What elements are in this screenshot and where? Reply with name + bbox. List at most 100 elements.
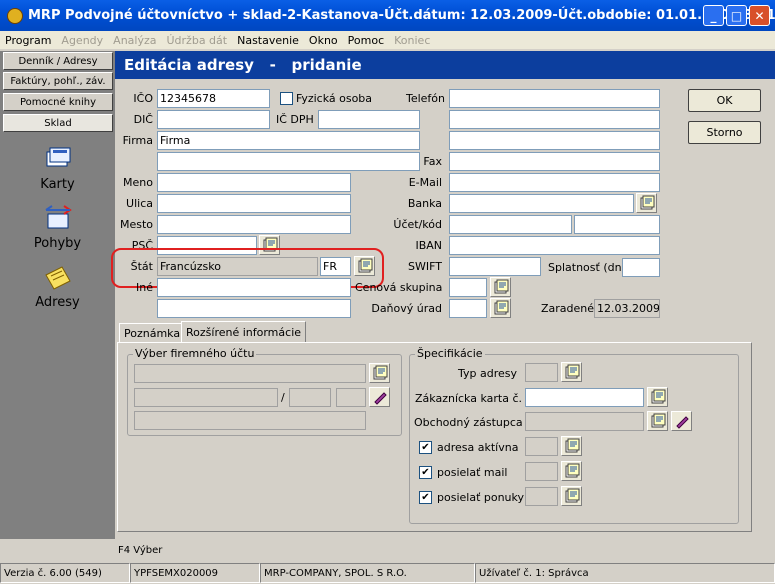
iban-label: IBAN [415, 239, 442, 252]
swift-label: SWIFT [408, 260, 442, 273]
nav-item-adresy[interactable]: Adresy [0, 261, 115, 310]
vyber-ucet-field [134, 364, 366, 383]
banka-field[interactable] [449, 194, 634, 213]
nav-tab-sklad[interactable]: Sklad [3, 114, 113, 132]
page-title: Editácia adresy - pridanie [115, 51, 775, 79]
menu-pomoc[interactable]: Pomoc [343, 34, 389, 47]
fyzicka-osoba-checkbox[interactable] [280, 92, 293, 105]
danovy-urad-field[interactable] [449, 299, 487, 318]
lookup-icon [651, 413, 665, 428]
mail-lookup-button[interactable] [561, 461, 582, 481]
lookup-icon [640, 195, 654, 210]
nav-tab-dennik[interactable]: Denník / Adresy [3, 52, 113, 70]
mesto-label: Mesto [119, 218, 153, 231]
swift-field[interactable] [449, 257, 541, 276]
posielat-mail-label: posielať mail [437, 466, 508, 479]
adresa-aktivna-checkbox[interactable]: ✔ [419, 441, 432, 454]
vyber-ucet-lookup-button[interactable] [369, 363, 390, 383]
meno-field[interactable] [157, 173, 351, 192]
lookup-icon [565, 364, 579, 379]
minimize-button[interactable]: _ [703, 5, 724, 26]
lookup-icon [494, 300, 508, 315]
danovy-lookup-button[interactable] [490, 298, 511, 318]
telefon2-field[interactable] [449, 110, 660, 129]
kod-field[interactable] [574, 215, 660, 234]
ulica-label: Ulica [126, 197, 153, 210]
posielat-ponuky-checkbox[interactable]: ✔ [419, 491, 432, 504]
address-icon [44, 266, 71, 290]
menu-analyza[interactable]: Analýza [108, 34, 161, 47]
meno-label: Meno [123, 176, 153, 189]
iban-field[interactable] [449, 236, 660, 255]
specifikacie-title: Špecifikácie [415, 347, 485, 360]
fax-field[interactable] [449, 152, 660, 171]
mesto-field[interactable] [157, 215, 351, 234]
ine-field[interactable] [157, 278, 351, 297]
posielat-mail-checkbox[interactable]: ✔ [419, 466, 432, 479]
nav-item-karty[interactable]: Karty [0, 143, 115, 192]
vyber-uctu-title: Výber firemného účtu [133, 347, 257, 360]
vyber-ucet-cislo-field [134, 388, 278, 407]
ponuky-lookup-button[interactable] [561, 486, 582, 506]
vyber-ucet-nazov-field [134, 411, 366, 430]
ine2-field[interactable] [157, 299, 351, 318]
telefon3-field[interactable] [449, 131, 660, 150]
lookup-icon [651, 389, 665, 404]
menu-udrzba[interactable]: Údržba dát [162, 34, 233, 47]
aktivna-lookup-button[interactable] [561, 436, 582, 456]
zakaznicka-lookup-button[interactable] [647, 387, 668, 407]
splatnost-field[interactable] [622, 258, 660, 277]
adresa-aktivna-label: adresa aktívna [437, 441, 519, 454]
obchodny-zastupca-field[interactable] [525, 412, 644, 431]
zakaznicka-karta-field[interactable] [525, 388, 644, 407]
typ-adresy-label: Typ adresy [457, 367, 517, 380]
status-version: Verzia č. 6.00 (549) [0, 563, 130, 583]
app-icon [7, 8, 23, 24]
ico-field[interactable]: 12345678 [157, 89, 270, 108]
vyber-ucet-edit-button[interactable] [369, 387, 390, 407]
email-field[interactable] [449, 173, 660, 192]
ucet-field[interactable] [449, 215, 572, 234]
lookup-icon [565, 463, 579, 478]
menu-program[interactable]: Program [0, 34, 56, 47]
lookup-icon [373, 365, 387, 380]
cards-icon [46, 147, 70, 167]
lookup-icon [565, 488, 579, 503]
banka-lookup-button[interactable] [636, 193, 657, 213]
zakaznicka-karta-label: Zákaznícka karta č. [415, 392, 522, 405]
ulica-field[interactable] [157, 194, 351, 213]
tab-poznamka[interactable]: Poznámka [119, 323, 186, 343]
menu-nastavenie[interactable]: Nastavenie [232, 34, 304, 47]
nav-tab-pomocne[interactable]: Pomocné knihy [3, 93, 113, 111]
menu-agendy[interactable]: Agendy [56, 34, 108, 47]
dic-field[interactable] [157, 110, 270, 129]
icdph-field[interactable] [318, 110, 420, 129]
close-button[interactable]: ✕ [749, 5, 770, 26]
title-bar: MRP Podvojné účtovníctvo + sklad-2-Kasta… [0, 0, 775, 31]
obchodny-lookup-button[interactable] [647, 411, 668, 431]
firma-field[interactable]: Firma [157, 131, 420, 150]
firma2-field[interactable] [157, 152, 420, 171]
pen-icon [373, 392, 387, 405]
cenova-skupina-field[interactable] [449, 278, 487, 297]
typ-adresy-field[interactable] [525, 363, 558, 382]
nav-item-label: Pohyby [33, 236, 82, 251]
email-label: E-Mail [408, 176, 442, 189]
telefon-label: Telefón [405, 92, 445, 105]
menu-okno[interactable]: Okno [304, 34, 343, 47]
storno-button[interactable]: Storno [688, 121, 761, 144]
obchodny-edit-button[interactable] [671, 411, 692, 431]
cenova-lookup-button[interactable] [490, 277, 511, 297]
menu-koniec[interactable]: Koniec [389, 34, 435, 47]
adresa-aktivna-field [525, 437, 558, 456]
ok-button[interactable]: OK [688, 89, 761, 112]
nav-tab-faktury[interactable]: Faktúry, pohľ., záv. [3, 72, 113, 90]
nav-item-pohyby[interactable]: Pohyby [0, 202, 115, 251]
status-user: Užívateľ č. 1: Správca [475, 563, 775, 583]
status-serial: YPFSEMX020009 [130, 563, 260, 583]
tab-rozsirene[interactable]: Rozšírené informácie [181, 321, 307, 343]
telefon-field[interactable] [449, 89, 660, 108]
maximize-button[interactable]: □ [726, 5, 747, 26]
nav-item-label: Adresy [35, 295, 80, 310]
typ-adresy-lookup-button[interactable] [561, 362, 582, 382]
